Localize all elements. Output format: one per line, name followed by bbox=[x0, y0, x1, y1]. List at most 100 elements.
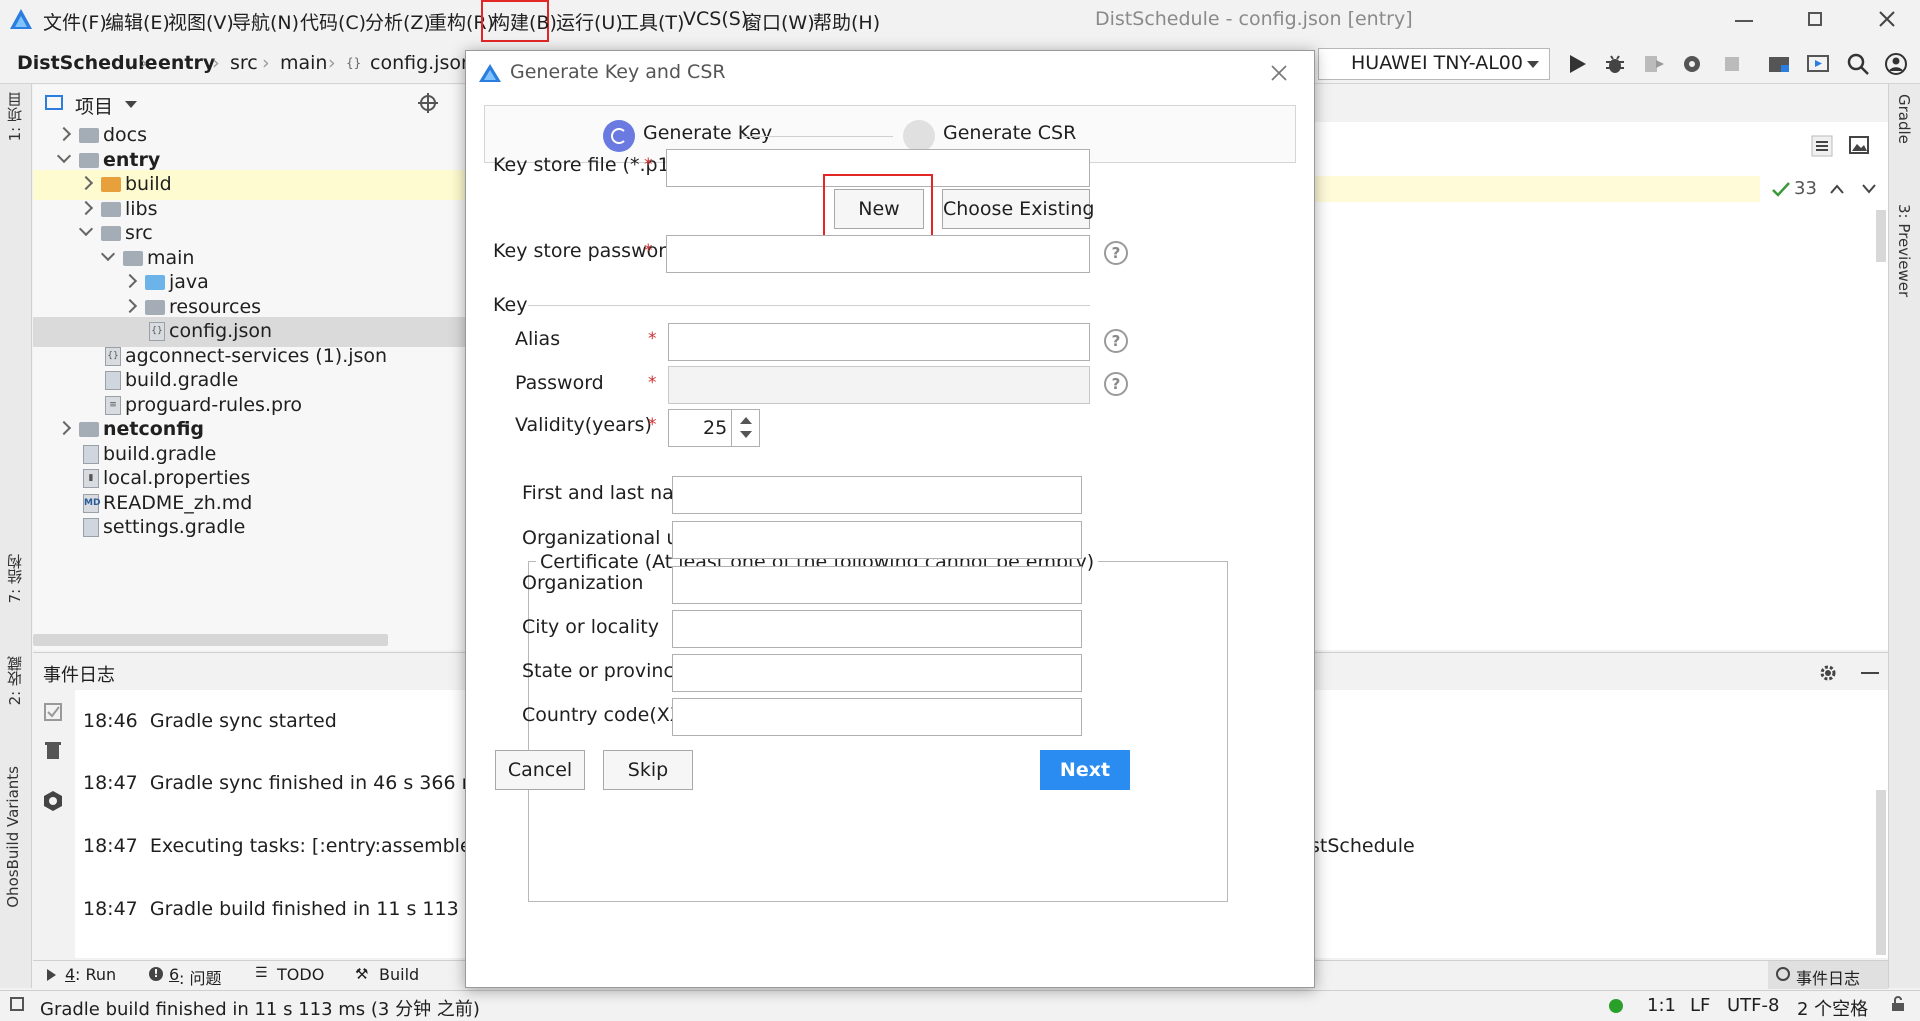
tab-problems[interactable]: ! 6 : 问题 bbox=[149, 961, 249, 989]
required-mark: * bbox=[644, 155, 653, 175]
horizontal-scrollbar[interactable] bbox=[33, 634, 388, 646]
lock-icon[interactable] bbox=[1890, 996, 1906, 1012]
json-file-icon: {} bbox=[149, 322, 165, 341]
trash-icon[interactable] bbox=[44, 740, 62, 760]
attach-debugger-icon[interactable] bbox=[1642, 52, 1666, 76]
favorites-tool-tab[interactable]: 2: 收藏 bbox=[4, 656, 25, 705]
breadcrumb-config[interactable]: config.json bbox=[370, 52, 473, 74]
menu-navigate[interactable]: 导航(N) bbox=[232, 8, 299, 35]
keystore-password-input[interactable] bbox=[666, 235, 1090, 273]
profile-icon[interactable] bbox=[1680, 52, 1704, 76]
cert-city-label: City or locality bbox=[522, 616, 659, 638]
tab-run[interactable]: 4 : Run bbox=[47, 961, 137, 989]
indent-setting[interactable]: 2 个空格 bbox=[1797, 995, 1868, 1021]
line-separator[interactable]: LF bbox=[1690, 995, 1710, 1016]
cert-country-input[interactable] bbox=[672, 698, 1082, 736]
caret-position[interactable]: 1:1 bbox=[1647, 995, 1676, 1016]
status-bar: Gradle build finished in 11 s 113 ms (3 … bbox=[0, 990, 1920, 1020]
close-icon[interactable] bbox=[1271, 65, 1287, 81]
next-button[interactable]: Next bbox=[1040, 750, 1130, 790]
device-manager-icon[interactable] bbox=[1806, 52, 1830, 76]
cert-org-unit-input[interactable] bbox=[672, 521, 1082, 559]
menu-build[interactable]: 构建(B) bbox=[491, 8, 557, 35]
cert-state-input[interactable] bbox=[672, 654, 1082, 692]
close-window-icon[interactable] bbox=[1878, 10, 1896, 28]
breadcrumb-src[interactable]: src bbox=[230, 52, 258, 74]
cert-first-last-name-input[interactable] bbox=[672, 476, 1082, 514]
menu-vcs[interactable]: VCS(S) bbox=[683, 8, 748, 30]
menu-analyze[interactable]: 分析(Z) bbox=[365, 8, 431, 35]
cert-organization-input[interactable] bbox=[672, 566, 1082, 604]
stepper-up-icon[interactable] bbox=[740, 417, 752, 424]
log-line-tail: stSchedule bbox=[1310, 835, 1415, 857]
menu-window[interactable]: 窗口(W) bbox=[743, 8, 815, 35]
panel-toggle-icon[interactable] bbox=[10, 997, 24, 1011]
status-message: Gradle build finished in 11 s 113 ms (3 … bbox=[40, 999, 480, 1020]
project-structure-icon[interactable] bbox=[1767, 52, 1791, 76]
menu-view[interactable]: 视图(V) bbox=[168, 8, 234, 35]
structure-view-icon[interactable] bbox=[1810, 134, 1834, 158]
password-input[interactable] bbox=[668, 366, 1090, 404]
editor-scrollbar[interactable] bbox=[1876, 210, 1886, 262]
stepper-down-icon[interactable] bbox=[740, 431, 752, 438]
crosshair-icon[interactable] bbox=[418, 93, 438, 113]
skip-button[interactable]: Skip bbox=[603, 750, 693, 790]
chevron-down-icon[interactable] bbox=[1862, 184, 1876, 194]
alias-input[interactable] bbox=[668, 323, 1090, 361]
event-log-icon bbox=[1776, 967, 1790, 981]
gradle-tool-tab[interactable]: Gradle bbox=[1895, 94, 1913, 144]
account-icon[interactable] bbox=[1884, 52, 1908, 76]
tree-label: agconnect-services (1).json bbox=[125, 345, 388, 367]
tree-label: src bbox=[125, 222, 153, 244]
menu-run[interactable]: 运行(U) bbox=[556, 8, 623, 35]
menu-tools[interactable]: 工具(T) bbox=[620, 8, 684, 35]
device-selector[interactable]: HUAWEI TNY-AL00 bbox=[1318, 48, 1550, 80]
debug-icon[interactable] bbox=[1603, 52, 1627, 76]
minimize-icon[interactable] bbox=[1735, 20, 1753, 22]
tree-label: build.gradle bbox=[103, 443, 217, 465]
menu-code[interactable]: 代码(C) bbox=[300, 8, 366, 35]
help-icon[interactable]: ? bbox=[1104, 372, 1128, 396]
generate-key-dialog: Generate Key and CSR Generate Key Genera… bbox=[465, 50, 1315, 988]
restore-icon[interactable] bbox=[1808, 12, 1822, 26]
cancel-button[interactable]: Cancel bbox=[495, 750, 585, 790]
run-icon[interactable] bbox=[1565, 52, 1589, 76]
breadcrumb-entry[interactable]: entry bbox=[158, 52, 215, 74]
image-view-icon[interactable] bbox=[1848, 134, 1870, 156]
tree-item-settings-gradle[interactable]: settings.gradle bbox=[33, 513, 465, 543]
project-tool-tab[interactable]: 1: 项目 bbox=[4, 92, 25, 141]
tree-label: java bbox=[169, 271, 209, 293]
search-icon[interactable] bbox=[1846, 52, 1870, 76]
chevron-up-icon[interactable] bbox=[1830, 184, 1844, 194]
breadcrumb-main[interactable]: main bbox=[280, 52, 327, 74]
gear-icon[interactable] bbox=[1818, 663, 1838, 683]
mark-read-icon[interactable] bbox=[43, 702, 63, 722]
menu-edit[interactable]: 编辑(E) bbox=[105, 8, 170, 35]
tab-build[interactable]: ⚒ Build bbox=[355, 961, 435, 989]
previewer-tool-tab[interactable]: 3: Previewer bbox=[1895, 204, 1913, 297]
help-icon[interactable]: ? bbox=[1104, 241, 1128, 265]
cert-city-input[interactable] bbox=[672, 610, 1082, 648]
file-encoding[interactable]: UTF-8 bbox=[1727, 995, 1779, 1016]
help-icon[interactable]: ? bbox=[1104, 329, 1128, 353]
tab-event-log[interactable]: 事件日志 bbox=[1768, 961, 1888, 989]
key-section-divider bbox=[528, 305, 1090, 306]
app-logo-icon bbox=[10, 9, 32, 29]
dropdown-arrow-icon[interactable] bbox=[125, 101, 137, 108]
choose-existing-button[interactable]: Choose Existing bbox=[942, 189, 1094, 229]
menu-help[interactable]: 帮助(H) bbox=[813, 8, 880, 35]
settings-hex-icon[interactable] bbox=[42, 790, 64, 812]
menu-file[interactable]: 文件(F) bbox=[43, 8, 107, 35]
hide-panel-icon[interactable] bbox=[1861, 672, 1879, 674]
log-scrollbar[interactable] bbox=[1876, 790, 1886, 955]
project-panel-title[interactable]: 项目 bbox=[75, 92, 113, 119]
breadcrumb-project[interactable]: DistSchedule bbox=[17, 52, 158, 74]
build-variants-tool-tab[interactable]: OhosBuild Variants bbox=[4, 766, 22, 908]
stop-icon[interactable] bbox=[1720, 52, 1744, 76]
inspection-check-icon[interactable] bbox=[1771, 180, 1791, 198]
log-line: 18:47 Gradle build finished in 11 s 113 … bbox=[83, 898, 494, 920]
tab-todo[interactable]: ☰ TODO bbox=[255, 961, 335, 989]
validity-stepper[interactable]: 25 bbox=[668, 409, 760, 447]
structure-tool-tab[interactable]: 7: 结构 bbox=[4, 554, 25, 603]
new-button[interactable]: New bbox=[834, 189, 924, 229]
